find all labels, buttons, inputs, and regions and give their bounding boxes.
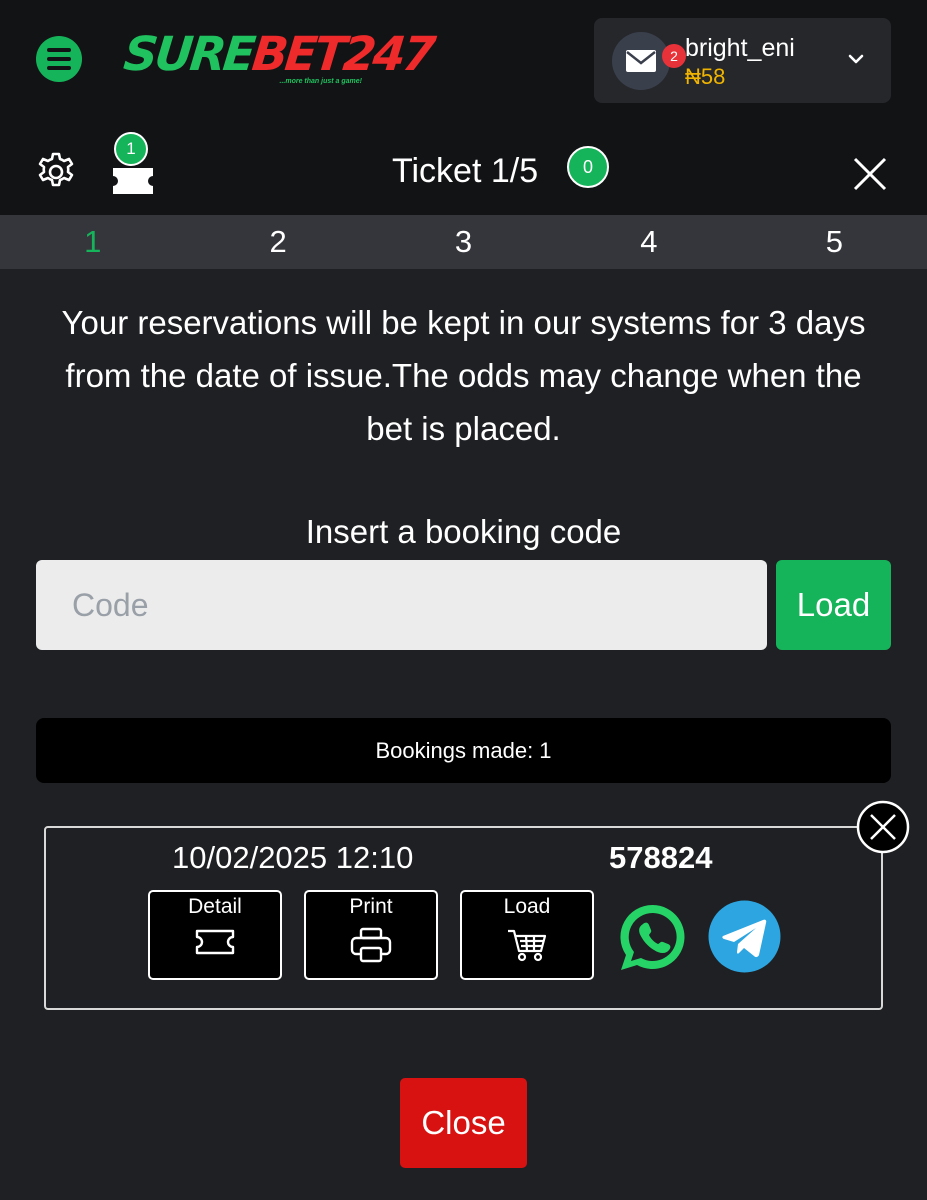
mail-badge: 2 bbox=[662, 44, 686, 68]
booking-datetime: 10/02/2025 12:10 bbox=[172, 840, 414, 875]
close-icon[interactable] bbox=[852, 156, 888, 192]
booking-code: 578824 bbox=[609, 840, 713, 875]
logo-tagline: ...more than just a game! bbox=[279, 78, 362, 85]
booking-code-input[interactable] bbox=[36, 560, 767, 650]
cart-icon bbox=[508, 929, 547, 962]
load-code-button[interactable]: Load bbox=[776, 560, 891, 650]
detail-button[interactable]: Detail bbox=[148, 890, 282, 980]
logo-wordmark: SUREBET247 bbox=[121, 27, 436, 82]
remove-booking-icon[interactable] bbox=[856, 800, 910, 854]
mail-button[interactable]: 2 bbox=[612, 32, 686, 90]
ticket-header: 1 Ticket 1/5 0 bbox=[0, 120, 927, 215]
detail-label: Detail bbox=[188, 895, 242, 918]
user-account-dropdown[interactable]: 2 bright_eni ₦58 bbox=[594, 18, 891, 103]
tab-ticket-1[interactable]: 1 bbox=[0, 215, 185, 269]
load-booking-button[interactable]: Load bbox=[460, 890, 594, 980]
ticket-tabs: 1 2 3 4 5 bbox=[0, 215, 927, 269]
ticket-icon bbox=[195, 929, 235, 955]
tab-ticket-4[interactable]: 4 bbox=[556, 215, 741, 269]
menu-icon[interactable] bbox=[36, 36, 82, 82]
balance: ₦58 bbox=[685, 64, 726, 89]
print-button[interactable]: Print bbox=[304, 890, 438, 980]
gear-icon[interactable] bbox=[35, 151, 77, 193]
printer-icon bbox=[350, 927, 392, 963]
load-label: Load bbox=[503, 895, 551, 918]
username: bright_eni bbox=[685, 34, 795, 62]
telegram-icon[interactable] bbox=[708, 900, 781, 973]
reservation-info-text: Your reservations will be kept in our sy… bbox=[61, 304, 866, 447]
ticket-title: Ticket 1/5 bbox=[392, 152, 539, 190]
logo[interactable]: SUREBET247 ...more than just a game! bbox=[121, 27, 436, 92]
close-button[interactable]: Close bbox=[400, 1078, 527, 1168]
print-label: Print bbox=[349, 895, 393, 918]
chevron-down-icon[interactable] bbox=[847, 52, 865, 66]
tab-ticket-2[interactable]: 2 bbox=[185, 215, 370, 269]
ticket-counter-button[interactable]: 1 bbox=[110, 128, 158, 208]
bookings-made-banner: Bookings made: 1 bbox=[36, 718, 891, 783]
ticket-count-badge: 1 bbox=[114, 132, 148, 166]
top-header: SUREBET247 ...more than just a game! 2 b… bbox=[0, 0, 927, 120]
mail-icon bbox=[626, 50, 656, 72]
booking-code-label: Insert a booking code bbox=[305, 513, 622, 550]
tab-ticket-3[interactable]: 3 bbox=[371, 215, 556, 269]
whatsapp-icon[interactable] bbox=[616, 900, 690, 974]
ticket-selection-badge: 0 bbox=[567, 146, 609, 188]
booking-card: 10/02/2025 12:10 578824 Detail Print Loa… bbox=[44, 826, 883, 1010]
tab-ticket-5[interactable]: 5 bbox=[742, 215, 927, 269]
